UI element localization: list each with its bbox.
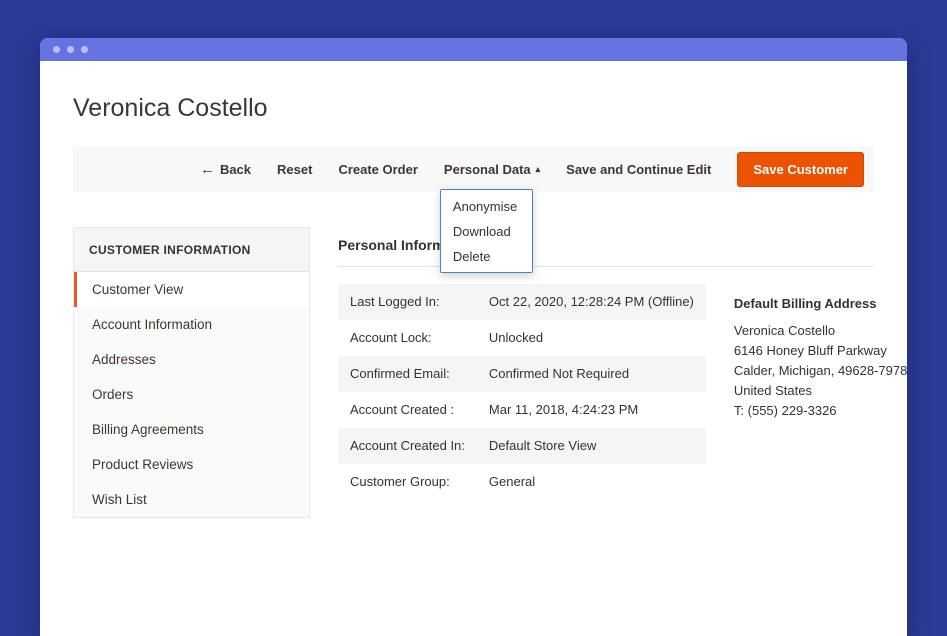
- address-line-country: United States: [734, 381, 914, 401]
- address-line-city: Calder, Michigan, 49628-7978: [734, 361, 914, 381]
- window-control-dot[interactable]: [53, 46, 60, 53]
- personal-information-table: Last Logged In: Oct 22, 2020, 12:28:24 P…: [338, 284, 706, 500]
- desktop-background: Veronica Costello ← Back Reset Create Or…: [0, 0, 947, 636]
- dropdown-item-delete[interactable]: Delete: [441, 244, 532, 269]
- row-value: Confirmed Not Required: [477, 356, 706, 392]
- personal-information-body: Last Logged In: Oct 22, 2020, 12:28:24 P…: [338, 267, 874, 500]
- default-billing-address: Default Billing Address Veronica Costell…: [734, 284, 914, 421]
- personal-information-title: Personal Information: [338, 227, 874, 267]
- address-line-street: 6146 Honey Bluff Parkway: [734, 341, 914, 361]
- row-label: Last Logged In:: [338, 284, 477, 320]
- row-value: General: [477, 464, 706, 500]
- create-order-button[interactable]: Create Order: [338, 162, 417, 177]
- customer-information-sidebar: CUSTOMER INFORMATION Customer View Accou…: [73, 227, 310, 518]
- back-button-label: Back: [220, 162, 251, 177]
- sidebar-item-orders[interactable]: Orders: [74, 377, 309, 412]
- personal-data-label: Personal Data: [444, 162, 531, 177]
- back-arrow-icon: ←: [200, 162, 215, 177]
- sidebar-item-product-reviews[interactable]: Product Reviews: [74, 447, 309, 482]
- page-title: Veronica Costello: [73, 94, 874, 123]
- sidebar-item-account-information[interactable]: Account Information: [74, 307, 309, 342]
- row-label: Confirmed Email:: [338, 356, 477, 392]
- dropdown-item-download[interactable]: Download: [441, 219, 532, 244]
- table-row: Account Lock: Unlocked: [338, 320, 706, 356]
- save-and-continue-button[interactable]: Save and Continue Edit: [566, 162, 711, 177]
- sidebar-menu: Customer View Account Information Addres…: [74, 272, 309, 517]
- billing-address-title: Default Billing Address: [734, 296, 914, 311]
- table-row: Customer Group: General: [338, 464, 706, 500]
- save-customer-button[interactable]: Save Customer: [737, 152, 864, 187]
- window-control-dot[interactable]: [67, 46, 74, 53]
- window-control-dot[interactable]: [81, 46, 88, 53]
- sidebar-item-wish-list[interactable]: Wish List: [74, 482, 309, 517]
- app-window: Veronica Costello ← Back Reset Create Or…: [40, 38, 907, 636]
- table-row: Account Created In: Default Store View: [338, 428, 706, 464]
- caret-up-icon: ▴: [536, 165, 541, 174]
- row-label: Account Created :: [338, 392, 477, 428]
- personal-data-button[interactable]: Personal Data ▴ Anonymise Download Delet…: [444, 162, 540, 177]
- address-line-name: Veronica Costello: [734, 321, 914, 341]
- address-line-phone: T: (555) 229-3326: [734, 401, 914, 421]
- back-button[interactable]: ← Back: [200, 162, 251, 177]
- row-value: Oct 22, 2020, 12:28:24 PM (Offline): [477, 284, 706, 320]
- row-value: Unlocked: [477, 320, 706, 356]
- reset-button[interactable]: Reset: [277, 162, 312, 177]
- row-value: Default Store View: [477, 428, 706, 464]
- table-row: Confirmed Email: Confirmed Not Required: [338, 356, 706, 392]
- row-label: Account Lock:: [338, 320, 477, 356]
- page-actions-toolbar: ← Back Reset Create Order Personal Data …: [73, 146, 874, 192]
- row-label: Customer Group:: [338, 464, 477, 500]
- window-titlebar: [40, 38, 907, 61]
- page-content: Veronica Costello ← Back Reset Create Or…: [40, 94, 907, 518]
- personal-information-section: Personal Information Last Logged In: Oct…: [338, 227, 874, 500]
- sidebar-item-addresses[interactable]: Addresses: [74, 342, 309, 377]
- row-value: Mar 11, 2018, 4:24:23 PM: [477, 392, 706, 428]
- sidebar-item-billing-agreements[interactable]: Billing Agreements: [74, 412, 309, 447]
- sidebar-header: CUSTOMER INFORMATION: [74, 228, 309, 272]
- row-label: Account Created In:: [338, 428, 477, 464]
- sidebar-item-customer-view[interactable]: Customer View: [74, 272, 309, 307]
- table-row: Account Created : Mar 11, 2018, 4:24:23 …: [338, 392, 706, 428]
- table-row: Last Logged In: Oct 22, 2020, 12:28:24 P…: [338, 284, 706, 320]
- personal-data-dropdown: Anonymise Download Delete: [440, 189, 533, 273]
- dropdown-item-anonymise[interactable]: Anonymise: [441, 194, 532, 219]
